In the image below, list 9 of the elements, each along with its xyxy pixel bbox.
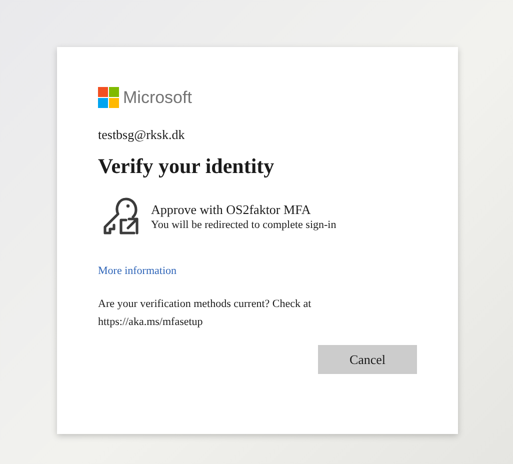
method-subtitle: You will be redirected to complete sign-in: [151, 218, 336, 230]
method-title: Approve with OS2faktor MFA: [151, 202, 312, 218]
cancel-button[interactable]: Cancel: [318, 345, 417, 374]
logo-icon: [98, 87, 119, 108]
account-email: testbsg@rksk.dk: [98, 127, 186, 143]
brand-name: Microsoft: [123, 88, 192, 108]
more-information-link[interactable]: More information: [98, 265, 177, 277]
notice-text: Are your verification methods current? Check at https://aka.ms/mfasetup: [98, 297, 312, 330]
page-title: Verify your identity: [98, 153, 276, 179]
